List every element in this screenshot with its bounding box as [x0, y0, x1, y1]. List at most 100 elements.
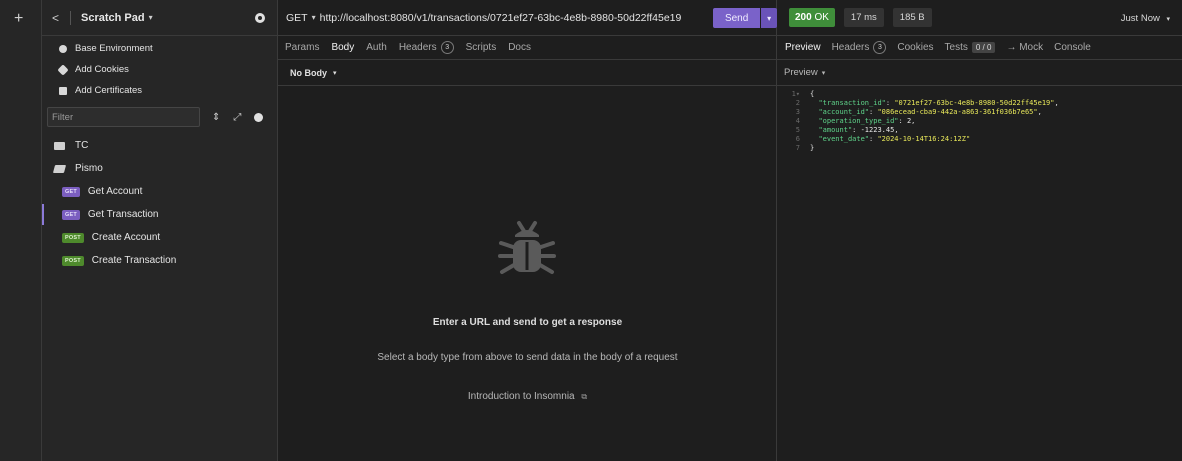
send-group: Send ▾ — [713, 8, 777, 28]
sort-icon[interactable]: ⇕ — [212, 112, 220, 123]
body-type-select[interactable]: No Body — [290, 68, 327, 78]
request-tree: TC Pismo GET Get Account GET Get Transac… — [42, 134, 278, 272]
tab-docs[interactable]: Docs — [508, 42, 531, 53]
response-time: 17 ms — [843, 8, 884, 27]
bug-icon — [498, 221, 556, 274]
line-number: 6 — [795, 135, 800, 143]
line-number: 5 — [795, 126, 800, 134]
tab-mock[interactable]: → Mock — [1006, 42, 1043, 53]
json-viewer: 1▾ {2 "transaction_id": "0721ef27-63bc-4e… — [777, 90, 1182, 153]
tab-tests[interactable]: Tests 0 / 0 — [945, 42, 996, 53]
filter-input[interactable] — [47, 107, 200, 127]
folder-icon — [54, 141, 65, 150]
folder-pismo[interactable]: Pismo — [42, 157, 278, 180]
expand-icon[interactable]: ⤢ — [233, 112, 241, 123]
tab-headers[interactable]: Headers 3 — [399, 41, 454, 54]
headers-count-badge: 3 — [873, 41, 887, 54]
tab-label: Headers — [831, 42, 870, 53]
tab-auth[interactable]: Auth — [366, 42, 387, 53]
request-label: Get Transaction — [87, 209, 159, 220]
folder-tc[interactable]: TC — [42, 134, 278, 157]
request-get-account[interactable]: GET Get Account — [42, 180, 278, 203]
tab-preview[interactable]: Preview — [785, 42, 821, 53]
code-text: "account_id": "086ecead-cba9-442a-a863-3… — [818, 108, 1042, 116]
env-item-label: Base Environment — [75, 43, 153, 54]
url-input[interactable]: http://localhost:8080/v1/transactions/07… — [320, 12, 682, 24]
preview-mode-bar: Preview ▾ — [777, 60, 1182, 86]
code-line: 7} — [777, 144, 1182, 153]
send-options-button[interactable]: ▾ — [761, 8, 777, 28]
line-number: 4 — [795, 117, 800, 125]
chevron-down-icon[interactable]: ▾ — [822, 69, 826, 77]
divider — [70, 10, 71, 25]
code-line: 2 "transaction_id": "0721ef27-63bc-4e8b-… — [777, 99, 1182, 108]
add-request-icon[interactable] — [254, 112, 264, 122]
preview-mode-select[interactable]: Preview — [784, 67, 818, 78]
request-create-transaction[interactable]: POST Create Transaction — [42, 249, 278, 272]
intro-link-label: Introduction to Insomnia — [467, 391, 575, 402]
code-text: } — [810, 144, 815, 152]
gear-icon[interactable] — [255, 12, 265, 23]
folder-label: Pismo — [75, 163, 103, 174]
json-value: "0721ef27-63bc-4e8b-8980-50d22ff45e19" — [894, 99, 1055, 107]
json-value: 2 — [906, 117, 912, 125]
code-line: 3 "account_id": "086ecead-cba9-442a-a863… — [777, 108, 1182, 117]
tab-response-headers[interactable]: Headers 3 — [832, 41, 887, 54]
code-text: "transaction_id": "0721ef27-63bc-4e8b-89… — [818, 99, 1059, 107]
request-tabs: Params Body Auth Headers 3 Scripts Docs — [278, 36, 776, 60]
json-key: "operation_type_id" — [818, 117, 899, 125]
headers-count-badge: 3 — [440, 41, 454, 54]
method-select[interactable]: GET — [286, 12, 308, 24]
back-button[interactable]: < — [52, 11, 64, 25]
request-label: Create Transaction — [91, 255, 177, 266]
response-pane: 200 OK 17 ms 185 B Just Now ▾ Preview He… — [777, 0, 1182, 461]
json-value: "086ecead-cba9-442a-a863-361f036b7e65" — [877, 108, 1038, 116]
environment-list: Base Environment Add Cookies Add Certifi… — [42, 36, 277, 101]
request-get-transaction[interactable]: GET Get Transaction — [42, 203, 278, 226]
globe-icon — [59, 44, 67, 53]
line-number: 3 — [795, 108, 800, 116]
line-number: 1▾ — [791, 90, 800, 98]
code-text: "event_date": "2024-10-14T16:24:12Z" — [818, 135, 971, 143]
tab-body[interactable]: Body — [331, 42, 354, 53]
add-workspace-button[interactable]: + — [14, 11, 23, 27]
env-item-label: Add Cookies — [75, 64, 129, 75]
method-badge: POST — [62, 232, 84, 243]
response-status-bar: 200 OK 17 ms 185 B Just Now ▾ — [777, 0, 1182, 36]
filter-row: ⇕ ⤢ — [42, 106, 278, 128]
project-title[interactable]: Scratch Pad — [81, 12, 145, 24]
tab-params[interactable]: Params — [285, 42, 319, 53]
code-line: 4 "operation_type_id": 2, — [777, 117, 1182, 126]
code-text: "operation_type_id": 2, — [818, 117, 916, 125]
send-button[interactable]: Send — [713, 8, 761, 28]
json-key: "transaction_id" — [818, 99, 886, 107]
app-rail: + — [0, 0, 42, 461]
folder-label: TC — [75, 140, 89, 151]
request-label: Create Account — [91, 232, 161, 243]
history-dropdown[interactable]: Just Now ▾ — [1121, 13, 1170, 24]
json-key: "amount" — [818, 126, 853, 134]
json-key: "event_date" — [818, 135, 870, 143]
method-badge: GET — [62, 209, 80, 220]
add-cookies-item[interactable]: Add Cookies — [42, 59, 277, 80]
tab-cookies[interactable]: Cookies — [897, 42, 933, 53]
add-certificates-item[interactable]: Add Certificates — [42, 80, 277, 101]
chevron-down-icon[interactable]: ▾ — [149, 13, 153, 22]
tab-console[interactable]: Console — [1054, 42, 1091, 53]
certificate-icon — [59, 86, 67, 95]
code-line: 1▾ { — [777, 90, 1182, 99]
base-environment-item[interactable]: Base Environment — [42, 38, 277, 59]
line-number: 2 — [795, 99, 800, 107]
chevron-down-icon[interactable]: ▾ — [333, 69, 337, 77]
intro-link[interactable]: Introduction to Insomnia ⧉ — [278, 391, 777, 402]
tab-scripts[interactable]: Scripts — [466, 42, 497, 53]
request-create-account[interactable]: POST Create Account — [42, 226, 278, 249]
history-label: Just Now — [1120, 13, 1160, 24]
response-size: 185 B — [892, 8, 932, 27]
code-line: 6 "event_date": "2024-10-14T16:24:12Z" — [777, 135, 1182, 144]
code-text: "amount": -1223.45, — [818, 126, 899, 134]
url-bar: GET ▾ http://localhost:8080/v1/transacti… — [278, 0, 777, 36]
chevron-down-icon[interactable]: ▾ — [312, 13, 316, 22]
method-badge: GET — [62, 186, 80, 197]
response-tabs: Preview Headers 3 Cookies Tests 0 / 0 → … — [777, 36, 1182, 60]
